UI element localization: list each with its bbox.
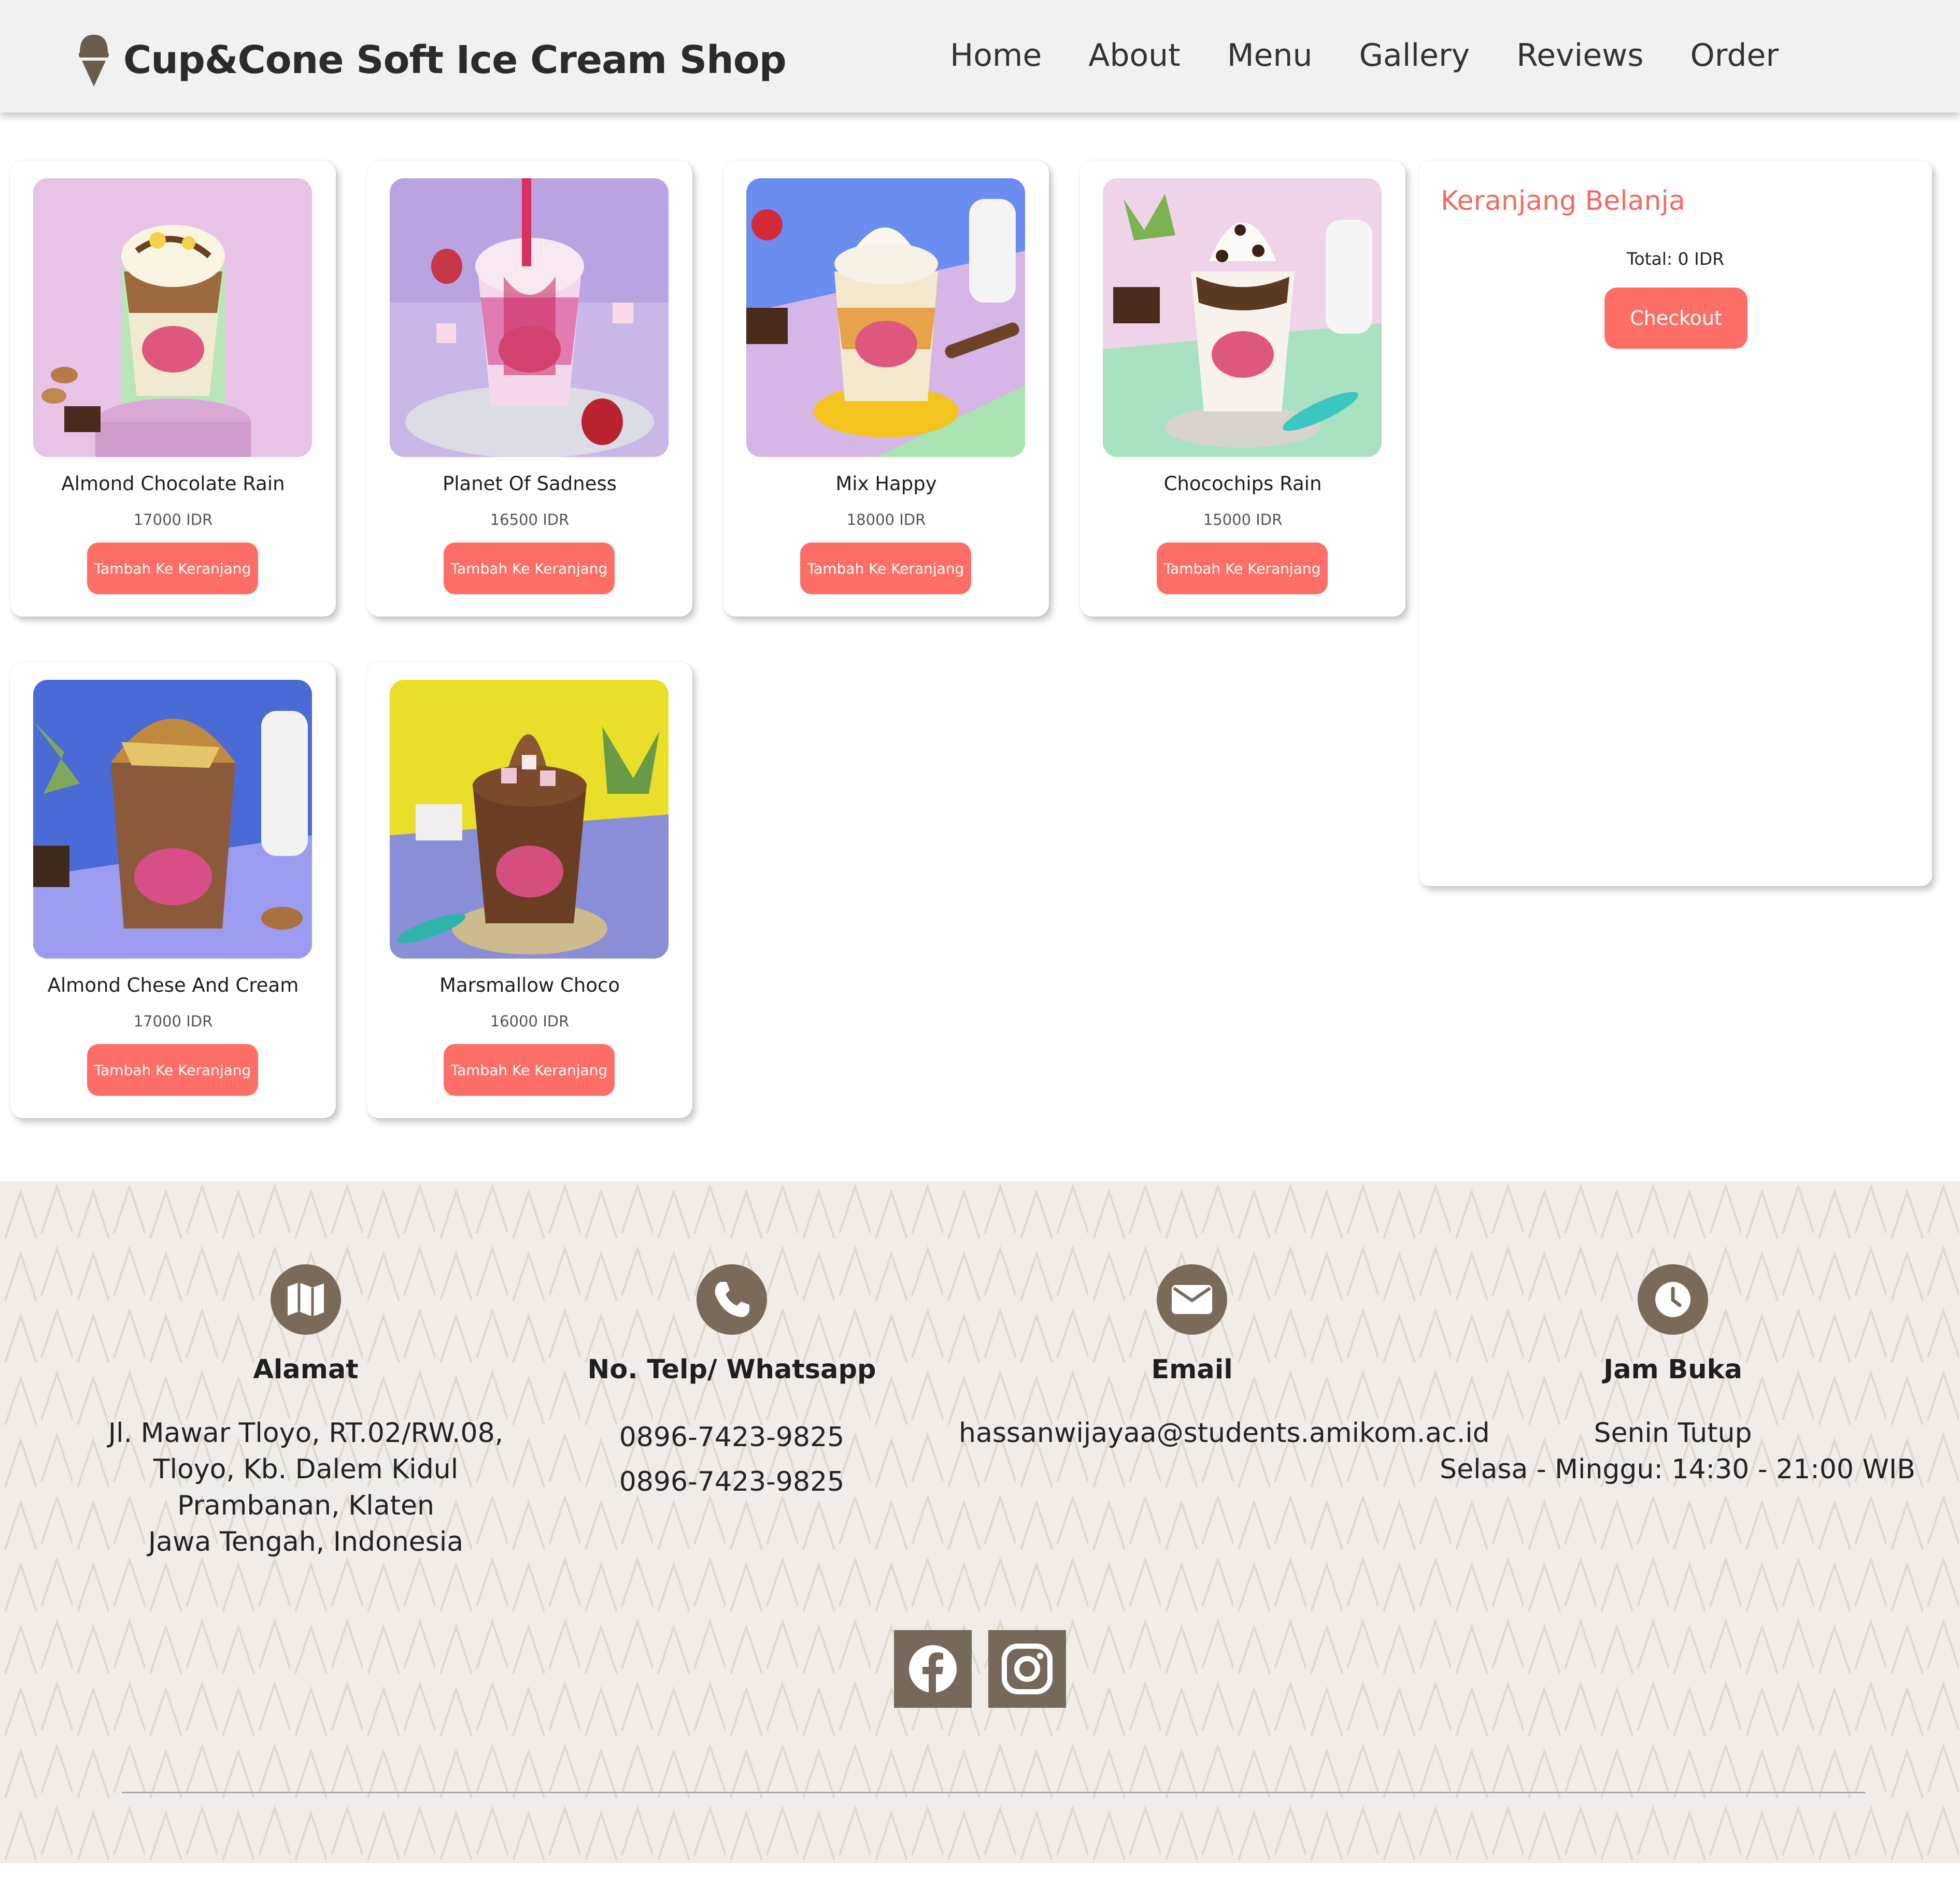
product-price: 15000 IDR: [1203, 511, 1283, 529]
facebook-button[interactable]: [894, 1630, 972, 1708]
product-image: [33, 680, 312, 959]
address-title: Alamat: [253, 1354, 359, 1385]
product-image: [390, 178, 669, 457]
product-name: Marsmallow Choco: [439, 974, 620, 996]
product-image: [390, 680, 669, 959]
address-line: Prambanan, Klaten: [177, 1490, 434, 1521]
product-card: Chocochips Rain 15000 IDR Tambah Ke Kera…: [1080, 161, 1405, 617]
product-price: 17000 IDR: [133, 511, 213, 529]
phone-number: 0896-7423-9825: [619, 1422, 845, 1453]
facebook-icon: [909, 1645, 957, 1694]
nav-reviews[interactable]: Reviews: [1516, 37, 1643, 74]
brand-title: Cup&Cone Soft Ice Cream Shop: [123, 38, 787, 82]
nav-home[interactable]: Home: [950, 37, 1042, 74]
product-card: Marsmallow Choco 16000 IDR Tambah Ke Ker…: [367, 662, 692, 1118]
footer-address: Alamat Jl. Mawar Tloyo, RT.02/RW.08, Tlo…: [73, 1264, 539, 1560]
product-card: Mix Happy 18000 IDR Tambah Ke Keranjang: [723, 161, 1049, 617]
shopping-cart: Keranjang Belanja Total: 0 IDR Checkout: [1419, 161, 1932, 886]
footer-phone: No. Telp/ Whatsapp 0896-7423-9825 0896-7…: [499, 1264, 965, 1504]
add-to-cart-button[interactable]: Tambah Ke Keranjang: [87, 542, 258, 594]
hours-line: Senin Tutup: [1594, 1418, 1752, 1449]
navbar: Cup&Cone Soft Ice Cream Shop Home About …: [0, 0, 1960, 112]
hours-title: Jam Buka: [1603, 1354, 1742, 1385]
checkout-button[interactable]: Checkout: [1604, 288, 1748, 349]
product-price: 18000 IDR: [846, 511, 926, 529]
phone-icon: [697, 1264, 767, 1335]
address-line: Jawa Tengah, Indonesia: [148, 1526, 464, 1558]
footer: Alamat Jl. Mawar Tloyo, RT.02/RW.08, Tlo…: [0, 1181, 1960, 1863]
whatsapp-number: 0896-7423-9825: [619, 1466, 845, 1497]
instagram-icon: [1002, 1644, 1053, 1694]
product-card: Almond Chocolate Rain 17000 IDR Tambah K…: [10, 161, 336, 617]
address-line: Tloyo, Kb. Dalem Kidul: [153, 1454, 459, 1485]
add-to-cart-button[interactable]: Tambah Ke Keranjang: [800, 542, 971, 594]
product-card: Almond Chese And Cream 17000 IDR Tambah …: [10, 662, 336, 1118]
cart-total: Total: 0 IDR: [1626, 249, 1725, 269]
product-name: Chocochips Rain: [1163, 473, 1322, 495]
footer-divider: [122, 1792, 1865, 1793]
instagram-button[interactable]: [988, 1630, 1066, 1708]
add-to-cart-button[interactable]: Tambah Ke Keranjang: [444, 542, 615, 594]
product-price: 16000 IDR: [490, 1012, 570, 1030]
product-name: Almond Chocolate Rain: [61, 473, 285, 495]
phone-title: No. Telp/ Whatsapp: [587, 1354, 876, 1385]
product-card: Planet Of Sadness 16500 IDR Tambah Ke Ke…: [367, 161, 692, 617]
product-image: [1103, 178, 1382, 457]
nav-about[interactable]: About: [1088, 37, 1180, 74]
product-name: Mix Happy: [835, 473, 937, 495]
nav-order[interactable]: Order: [1690, 37, 1779, 74]
footer-email: Email hassanwijayaa@students.amikom.ac.i…: [959, 1264, 1490, 1451]
address-line: Jl. Mawar Tloyo, RT.02/RW.08,: [108, 1418, 504, 1449]
add-to-cart-button[interactable]: Tambah Ke Keranjang: [1157, 542, 1328, 594]
email-address[interactable]: hassanwijayaa@students.amikom.ac.id: [959, 1415, 1490, 1451]
envelope-icon: [1157, 1264, 1227, 1335]
hours-line: Selasa - Minggu: 14:30 - 21:00 WIB: [1440, 1454, 1915, 1485]
product-price: 16500 IDR: [490, 511, 570, 529]
nav-menu-link[interactable]: Menu: [1227, 37, 1313, 74]
product-price: 17000 IDR: [133, 1012, 213, 1030]
clock-icon: [1638, 1264, 1708, 1335]
ice-cream-icon: [79, 35, 109, 87]
nav-gallery[interactable]: Gallery: [1359, 37, 1470, 74]
cart-title: Keranjang Belanja: [1441, 185, 1685, 217]
add-to-cart-button[interactable]: Tambah Ke Keranjang: [444, 1044, 615, 1096]
nav-menu: Home About Menu Gallery Reviews Order: [903, 37, 1779, 74]
product-name: Almond Chese And Cream: [47, 974, 299, 996]
product-image: [746, 178, 1025, 457]
map-icon: [271, 1264, 341, 1335]
add-to-cart-button[interactable]: Tambah Ke Keranjang: [87, 1044, 258, 1096]
product-image: [33, 178, 312, 457]
email-title: Email: [1151, 1354, 1233, 1385]
product-name: Planet Of Sadness: [442, 473, 617, 495]
brand[interactable]: Cup&Cone Soft Ice Cream Shop: [76, 34, 787, 87]
footer-hours: Jam Buka Senin Tutup Selasa - Minggu: 14…: [1440, 1264, 1915, 1488]
